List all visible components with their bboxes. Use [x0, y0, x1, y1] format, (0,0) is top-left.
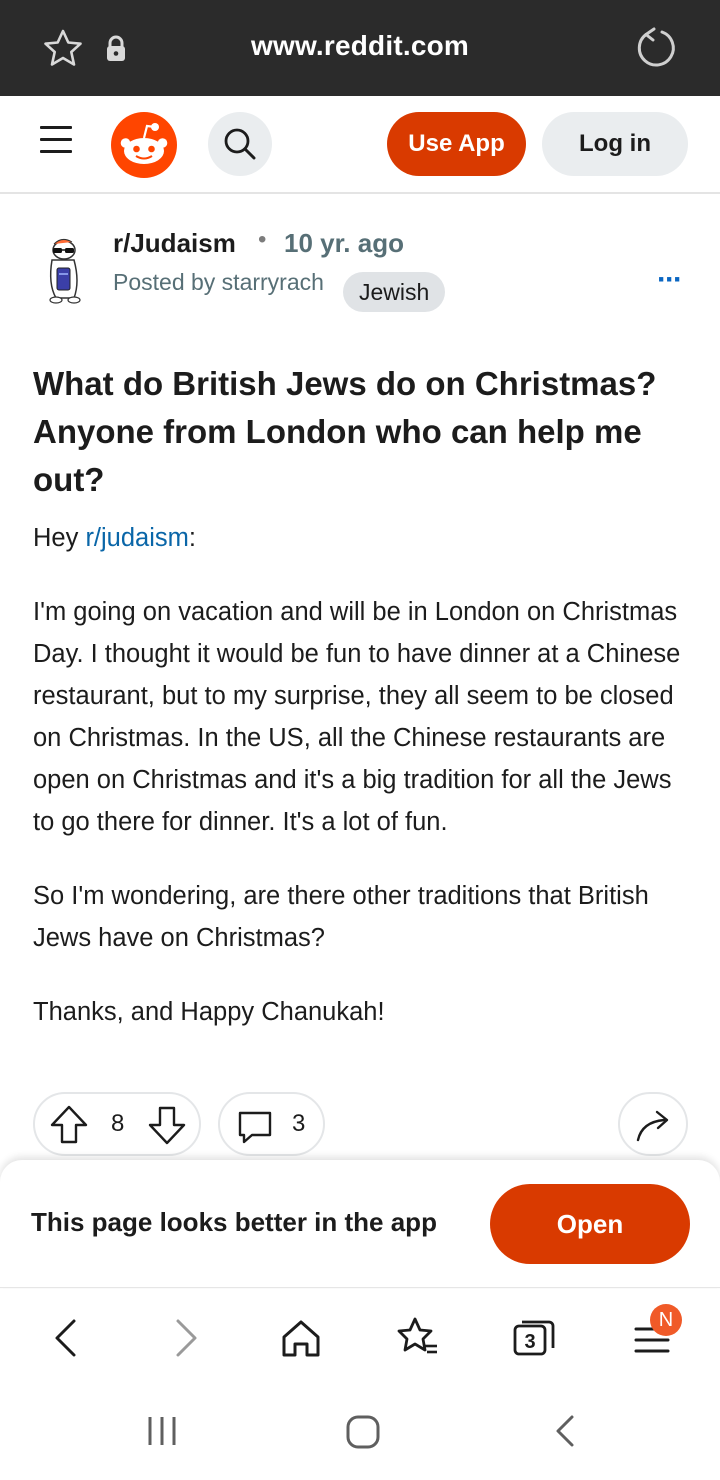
browser-url-bar: www.reddit.com	[0, 0, 720, 96]
subreddit-link[interactable]: r/Judaism	[113, 228, 236, 259]
system-back-icon[interactable]	[550, 1413, 582, 1449]
reddit-header: Use App Log in	[0, 96, 720, 194]
home-button-icon[interactable]	[344, 1413, 382, 1451]
user-flair: Jewish	[343, 272, 446, 312]
share-button[interactable]	[618, 1092, 688, 1156]
upvote-icon[interactable]	[49, 1104, 89, 1146]
comment-icon	[238, 1111, 272, 1144]
system-nav-bar	[0, 1385, 720, 1480]
recents-icon[interactable]	[144, 1413, 180, 1449]
bookmarks-icon[interactable]	[393, 1313, 443, 1363]
post-body: Hey r/judaism: I'm going on vacation and…	[33, 517, 693, 1065]
paragraph-2: So I'm wondering, are there other tradit…	[33, 882, 649, 952]
vote-controls: 8	[33, 1092, 201, 1156]
comment-count: 3	[292, 1110, 306, 1137]
open-in-app-banner: This page looks better in the app Open	[0, 1160, 720, 1288]
user-avatar[interactable]	[40, 236, 92, 308]
hamburger-menu-icon[interactable]	[36, 126, 76, 162]
browser-toolbar: 3	[0, 1289, 720, 1385]
subreddit-mention-link[interactable]: r/judaism	[85, 524, 188, 552]
banner-text: This page looks better in the app	[31, 1207, 437, 1237]
reddit-logo-icon[interactable]	[111, 112, 177, 178]
more-options-icon[interactable]: ···	[657, 263, 683, 297]
reload-icon[interactable]	[634, 26, 678, 70]
post-title: What do British Jews do on Christmas? An…	[33, 365, 657, 498]
meta-separator: •	[258, 226, 267, 253]
paragraph-1: I'm going on vacation and will be in Lon…	[33, 598, 681, 836]
comments-button[interactable]: 3	[218, 1092, 325, 1156]
share-icon	[636, 1110, 669, 1142]
vote-count: 8	[111, 1110, 125, 1137]
greeting-prefix: Hey	[33, 524, 86, 552]
login-button[interactable]: Log in	[542, 112, 688, 176]
home-icon[interactable]	[276, 1313, 326, 1363]
forward-icon[interactable]	[160, 1313, 210, 1363]
posted-by[interactable]: Posted by starryrach	[113, 269, 324, 296]
search-icon	[224, 128, 256, 160]
tabs-count: 3	[524, 1331, 535, 1353]
use-app-button[interactable]: Use App	[387, 112, 526, 176]
search-button[interactable]	[208, 112, 272, 176]
open-app-button[interactable]: Open	[490, 1184, 690, 1264]
greeting: Hey r/judaism:	[33, 517, 693, 559]
back-icon[interactable]	[42, 1313, 92, 1363]
downvote-icon[interactable]	[147, 1104, 187, 1146]
post-age: 10 yr. ago	[284, 228, 404, 258]
greeting-suffix: :	[188, 524, 196, 552]
paragraph-3: Thanks, and Happy Chanukah!	[33, 998, 385, 1026]
tabs-icon[interactable]: 3	[509, 1313, 559, 1363]
url-text[interactable]: www.reddit.com	[0, 30, 720, 62]
notification-badge: N	[650, 1304, 682, 1336]
